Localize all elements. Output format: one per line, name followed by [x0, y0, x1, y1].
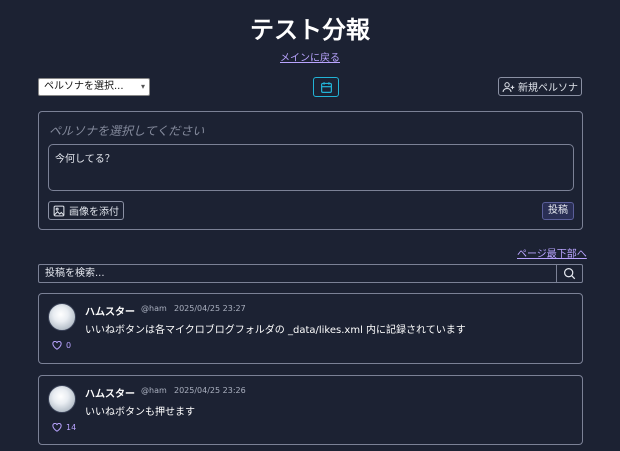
like-count: 14 [66, 423, 77, 432]
post-author-name: ハムスター [85, 389, 135, 400]
heart-icon [52, 423, 62, 432]
post-author-name: ハムスター [85, 307, 135, 318]
back-to-main-link[interactable]: メインに戻る [0, 49, 620, 64]
post-textarea[interactable]: 今何してる？ [48, 144, 574, 191]
persona-select-value: ペルソナを選択... [44, 81, 124, 92]
compose-persona-prompt: ペルソナを選択してください [49, 124, 205, 138]
chevron-down-icon: ▾ [140, 82, 145, 91]
user-plus-icon [502, 81, 515, 92]
jump-to-bottom-link[interactable]: ページ最下部へ [517, 245, 587, 260]
like-count: 0 [66, 341, 72, 350]
like-button[interactable]: 0 [52, 341, 71, 350]
avatar[interactable] [48, 303, 76, 331]
heart-icon [52, 341, 62, 350]
post-body: いいねボタンも押せます [85, 407, 195, 418]
search-input[interactable]: 投稿を検索... [38, 264, 557, 283]
search-icon [564, 268, 576, 280]
attach-image-label: 画像を添付 [69, 207, 119, 218]
post-author-handle: @ham [141, 386, 167, 395]
compose-card: ペルソナを選択してください 今何してる？ 画像を添付 投稿 [38, 111, 583, 230]
image-icon [53, 205, 65, 216]
post-timestamp: 2025/04/25 23:27 [174, 304, 246, 313]
post-timestamp: 2025/04/25 23:26 [174, 386, 246, 395]
attach-image-button[interactable]: 画像を添付 [48, 201, 124, 220]
avatar[interactable] [48, 385, 76, 413]
new-persona-button[interactable]: 新規ペルソナ [498, 77, 582, 96]
post-card: ハムスター @ham 2025/04/25 23:27 いいねボタンは各マイクロ… [38, 293, 583, 364]
persona-select[interactable]: ペルソナを選択... ▾ [38, 78, 150, 96]
post-body: いいねボタンは各マイクロブログフォルダの _data/likes.xml 内に記… [85, 325, 466, 336]
submit-post-button[interactable]: 投稿 [542, 202, 574, 220]
calendar-button[interactable] [313, 77, 339, 97]
calendar-icon [320, 81, 332, 93]
post-card: ハムスター @ham 2025/04/25 23:26 いいねボタンも押せます … [38, 375, 583, 445]
page-title: テスト分報 [250, 16, 370, 44]
like-button[interactable]: 14 [52, 423, 76, 432]
new-persona-label: 新規ペルソナ [518, 83, 578, 94]
search-button[interactable] [556, 264, 583, 283]
post-author-handle: @ham [141, 304, 167, 313]
